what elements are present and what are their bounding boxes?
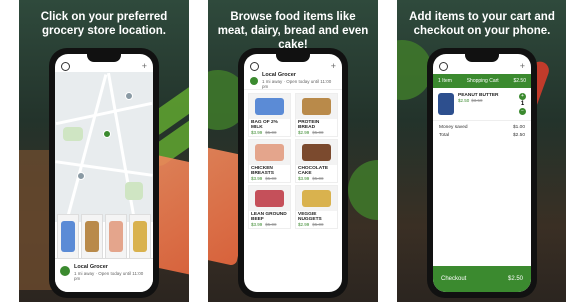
checkout-label: Checkout — [441, 276, 467, 282]
plus-icon[interactable]: + — [331, 61, 336, 71]
quantity-stepper: + 1 − — [519, 93, 526, 115]
product-card[interactable]: PROTEIN BREAD $2.99 $5.00 — [295, 93, 338, 137]
product-name: VEGGIE NUGGETS — [298, 212, 322, 222]
store-name: Local Grocer — [74, 264, 108, 270]
product-price: $3.99 $5.00 — [251, 130, 277, 135]
phone-screen: + Local Grocer 1 mi away · Open today un… — [244, 54, 342, 292]
app-store-screenshots: Click on your preferred grocery store lo… — [0, 0, 566, 302]
product-name: LEAN GROUND BEEF — [251, 212, 287, 222]
cart-totals: Money saved $1.00 Total $2.50 — [433, 121, 531, 145]
phone-screen: + 1 Item Shopping Cart $2.50 PEANUT BUTT… — [433, 54, 531, 292]
panel-shopping-cart: Add items to your cart and checkout on y… — [397, 0, 566, 302]
plus-icon[interactable]: + — [520, 61, 525, 71]
store-icon — [250, 76, 258, 85]
store-map-pin[interactable] — [103, 130, 111, 138]
user-icon[interactable] — [439, 61, 448, 71]
user-icon[interactable] — [250, 61, 259, 71]
quantity-value: 1 — [520, 101, 525, 107]
panel-headline: Click on your preferred grocery store lo… — [40, 11, 168, 37]
phone-frame: + Local Grocer 1 mi away · Open today un… — [238, 48, 348, 298]
phone-frame: + 1 Item Shopping Cart $2.50 PEANUT BUTT… — [427, 48, 537, 298]
product-card[interactable]: CHOCOLATE CAKE $3.99 $5.00 — [295, 139, 338, 183]
product-image — [255, 143, 284, 162]
product-preview-strip — [55, 214, 153, 259]
product-card[interactable]: CHICKEN BREASTS $3.99 $5.00 — [248, 139, 291, 183]
product-name: CHOCOLATE CAKE — [298, 166, 329, 176]
panel-browse-products: Browse food items like meat, dairy, brea… — [208, 0, 378, 302]
money-saved-label: Money saved — [439, 125, 468, 130]
panel-store-locator: Click on your preferred grocery store lo… — [19, 0, 189, 302]
product-name: BAG OF 2% MILK — [251, 120, 278, 130]
phone-frame: + Local Grocer 1 mi away · Open today un… — [49, 48, 159, 298]
phone-notch — [465, 54, 499, 62]
cart-item-price: $2.50 $3.50 — [458, 98, 483, 103]
product-image — [438, 93, 454, 115]
product-price: $3.99 $5.00 — [298, 176, 324, 181]
product-name: PROTEIN BREAD — [298, 120, 320, 130]
product-grid: BAG OF 2% MILK $3.99 $5.00 PROTEIN BREAD … — [244, 90, 342, 232]
product-image — [302, 97, 331, 116]
cart-item: PEANUT BUTTER $2.50 $3.50 + 1 − — [433, 88, 531, 121]
store-subtitle: 1 mi away · Open today until 11:00 pm — [262, 79, 332, 89]
store-map-pin[interactable] — [77, 172, 85, 180]
product-price: $3.99 $5.00 — [251, 222, 277, 227]
cart-total-top: $2.50 — [513, 78, 526, 84]
product-price: $3.99 $5.00 — [251, 176, 277, 181]
cart-item-count: 1 Item — [438, 78, 452, 84]
cart-title: Shopping Cart — [466, 78, 499, 84]
store-header[interactable]: Local Grocer 1 mi away · Open today unti… — [244, 72, 342, 90]
increase-quantity-button[interactable]: + — [519, 93, 526, 100]
product-image — [302, 189, 331, 208]
cart-header-bar: 1 Item Shopping Cart $2.50 — [433, 74, 531, 88]
decrease-quantity-button[interactable]: − — [519, 108, 526, 115]
selected-store-card[interactable]: Local Grocer 1 mi away · Open today unti… — [55, 258, 153, 292]
product-image — [302, 143, 331, 162]
store-map-pin[interactable] — [125, 92, 133, 100]
store-subtitle: 1 mi away · Open today until 11:00 pm — [74, 271, 144, 281]
product-card[interactable]: BAG OF 2% MILK $3.99 $5.00 — [248, 93, 291, 137]
product-image — [255, 97, 284, 116]
user-icon[interactable] — [61, 61, 70, 71]
product-name: CHICKEN BREASTS — [251, 166, 274, 176]
money-saved-value: $1.00 — [512, 125, 525, 130]
greens-decor — [348, 160, 378, 220]
product-price: $2.99 $5.00 — [298, 222, 324, 227]
store-icon — [60, 266, 70, 276]
product-image — [255, 189, 284, 208]
checkout-button[interactable]: Checkout $2.50 — [433, 266, 531, 292]
product-price: $2.99 $5.00 — [298, 130, 324, 135]
phone-notch — [87, 54, 121, 62]
panel-headline: Add items to your cart and checkout on y… — [409, 11, 555, 37]
store-map[interactable] — [55, 72, 153, 222]
store-name: Local Grocer — [262, 72, 296, 78]
product-card[interactable]: VEGGIE NUGGETS $2.99 $5.00 — [295, 185, 338, 229]
total-label: Total — [439, 133, 450, 138]
total-value: $2.50 — [512, 133, 525, 138]
product-card[interactable]: LEAN GROUND BEEF $3.99 $5.00 — [248, 185, 291, 229]
panel-headline: Browse food items like meat, dairy, brea… — [217, 11, 369, 51]
phone-notch — [276, 54, 310, 62]
phone-screen: + Local Grocer 1 mi away · Open today un… — [55, 54, 153, 292]
plus-icon[interactable]: + — [142, 61, 147, 71]
checkout-total: $2.50 — [507, 276, 523, 282]
